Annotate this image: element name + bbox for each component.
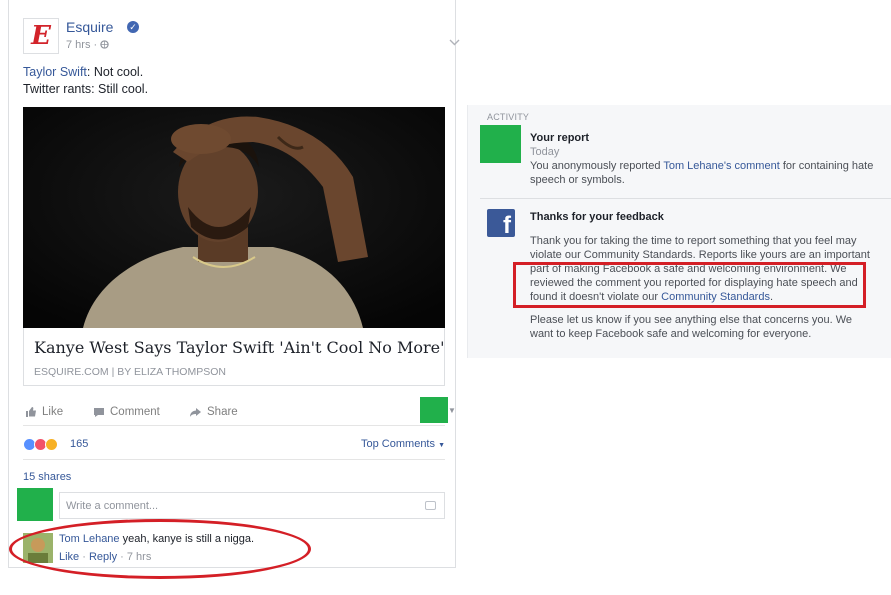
share-button[interactable]: Share	[189, 406, 238, 418]
post-time[interactable]: 7 hrs ·	[66, 39, 97, 51]
verified-icon: ✓	[127, 21, 139, 33]
reported-comment-link[interactable]: Tom Lehane's comment	[663, 160, 779, 172]
shares-count[interactable]: 15 shares	[23, 471, 71, 483]
post-text-line1: : Not cool.	[86, 65, 144, 79]
facebook-icon: f	[487, 209, 515, 237]
article-photo-illustration	[23, 107, 445, 328]
commenter-avatar[interactable]	[23, 533, 53, 563]
esquire-logo-letter: E	[31, 21, 51, 51]
chevron-down-icon: ▼	[438, 442, 445, 449]
redacted-avatar[interactable]	[420, 397, 448, 423]
camera-icon[interactable]	[425, 501, 436, 510]
comment-item: Tom Lehane yeah, kanye is still a nigga.…	[23, 528, 445, 566]
like-button[interactable]: Like	[25, 406, 63, 418]
esquire-logo[interactable]: E	[23, 18, 59, 54]
comment-meta: Like · Reply · 7 hrs	[59, 551, 152, 563]
comment-icon	[94, 407, 104, 417]
comment-author[interactable]: Tom Lehane	[59, 533, 120, 545]
comment-reply-link[interactable]: Reply	[89, 551, 117, 563]
activity-panel: ACTIVITY Your report Today You anonymous…	[467, 105, 891, 358]
haha-reaction-icon[interactable]	[45, 438, 58, 451]
article-photo[interactable]	[23, 107, 445, 328]
comment-button[interactable]: Comment	[93, 406, 160, 418]
report-title: Your report	[530, 132, 590, 144]
feedback-paragraph-1: Thank you for taking the time to report …	[530, 234, 875, 304]
activity-label: ACTIVITY	[487, 112, 530, 122]
link-preview[interactable]: Kanye West Says Taylor Swift 'Ain't Cool…	[23, 328, 445, 386]
comment-body: Tom Lehane yeah, kanye is still a nigga.	[59, 533, 254, 545]
comment-like-link[interactable]: Like	[59, 551, 79, 563]
top-comments-label: Top Comments	[361, 438, 435, 450]
post-text-line2: Twitter rants: Still cool.	[23, 82, 149, 96]
redacted-report-icon	[480, 125, 521, 163]
comment-label: Comment	[110, 406, 160, 418]
comment-composer: Write a comment...	[17, 488, 445, 522]
divider	[23, 459, 445, 460]
feedback-paragraph-2: Please let us know if you see anything e…	[530, 314, 853, 340]
facebook-post: E Esquire ✓ 7 hrs · Taylor Swift: Not co…	[8, 0, 460, 568]
report-text: You anonymously reported Tom Lehane's co…	[530, 159, 875, 187]
divider	[480, 198, 891, 199]
globe-icon	[100, 40, 109, 49]
mention-link[interactable]: Taylor Swift	[23, 65, 87, 79]
reaction-count[interactable]: 165	[70, 438, 88, 450]
report-time: Today	[530, 146, 560, 158]
link-title[interactable]: Kanye West Says Taylor Swift 'Ain't Cool…	[34, 338, 445, 357]
feedback-title: Thanks for your feedback	[530, 211, 664, 223]
reactions-row: 165 Top Comments ▼	[23, 436, 445, 454]
share-label: Share	[207, 406, 238, 418]
chevron-down-icon[interactable]: ▼	[448, 406, 456, 415]
action-bar: Like Comment Share ▼	[23, 397, 456, 426]
page-name[interactable]: Esquire	[66, 19, 113, 35]
post-header: E Esquire ✓ 7 hrs ·	[23, 18, 460, 58]
post-text: Taylor Swift: Not cool. Twitter rants: S…	[23, 64, 148, 98]
like-icon	[26, 407, 36, 417]
chevron-down-icon[interactable]	[449, 35, 460, 49]
comment-placeholder: Write a comment...	[66, 500, 159, 512]
report-text-before: You anonymously reported	[530, 160, 664, 172]
community-standards-link[interactable]: Community Standards	[661, 291, 770, 303]
link-source: ESQUIRE.COM | BY ELIZA THOMPSON	[34, 366, 226, 378]
comment-text: yeah, kanye is still a nigga.	[119, 533, 255, 545]
comment-input[interactable]: Write a comment...	[59, 492, 445, 519]
post-meta: 7 hrs ·	[66, 39, 109, 51]
top-comments-dropdown[interactable]: Top Comments ▼	[361, 438, 445, 450]
share-icon	[190, 407, 201, 417]
feedback-text-end: .	[769, 291, 774, 303]
redacted-user-avatar	[17, 488, 53, 521]
comment-time[interactable]: 7 hrs	[127, 551, 151, 563]
like-label: Like	[42, 406, 64, 418]
